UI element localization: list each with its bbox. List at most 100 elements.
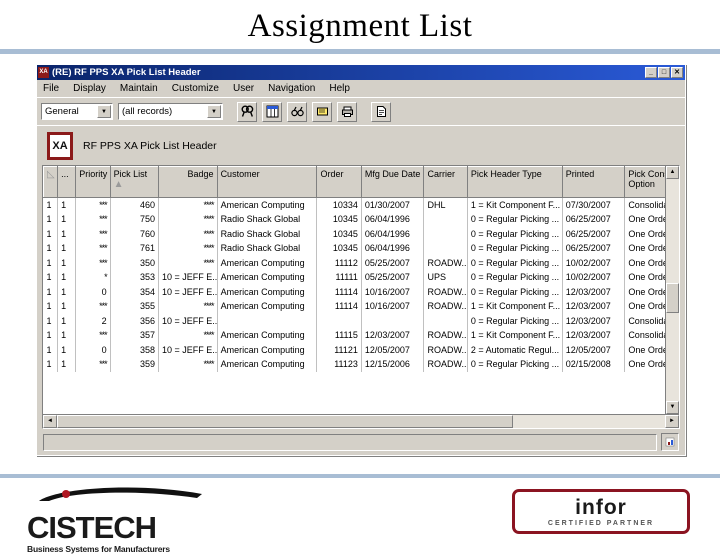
- cell-cons: Consolidated: [624, 197, 665, 212]
- cell-pick: 357: [110, 328, 160, 343]
- menu-item-user[interactable]: User: [233, 82, 262, 95]
- cell-badge: 10 = JEFF E...: [158, 270, 218, 285]
- column-header-pick-consol-option[interactable]: Pick Consol Option: [624, 166, 665, 198]
- cell-cust: American Computing: [217, 255, 318, 270]
- find-icon[interactable]: [237, 101, 257, 122]
- cell-badge: ****: [158, 226, 218, 241]
- cell-carr: [423, 226, 468, 241]
- column-header-printed[interactable]: Printed: [561, 166, 626, 198]
- column-header-mfg-due-date[interactable]: Mfg Due Date: [360, 166, 425, 198]
- table-row[interactable]: 1 1 *** 350 **** American Computing 11112 05/25…: [43, 255, 665, 270]
- print-icon-glyph: [341, 106, 353, 117]
- grid-view-icon[interactable]: [262, 101, 282, 122]
- cell-dots: 1: [57, 270, 77, 285]
- maximize-button[interactable]: □: [658, 67, 670, 78]
- cell-cons: Consolidated: [624, 313, 665, 328]
- column-header-pick-list[interactable]: Pick List ▲: [109, 166, 160, 198]
- menu-item-maintain[interactable]: Maintain: [120, 82, 166, 95]
- cell-cust: Radio Shack Global: [217, 226, 318, 241]
- window-titlebar: XA (RE) RF PPS XA Pick List Header _ □ ✕: [37, 65, 685, 80]
- cell-order: 10345: [316, 212, 362, 227]
- resize-grip-icon[interactable]: [661, 433, 679, 451]
- cell-pick: 353: [110, 270, 160, 285]
- note-icon[interactable]: [312, 101, 332, 122]
- find-icon-glyph: [240, 105, 253, 117]
- menu-item-customize[interactable]: Customize: [172, 82, 227, 95]
- close-button[interactable]: ✕: [671, 67, 683, 78]
- column-header-customer[interactable]: Customer: [216, 166, 318, 198]
- column-header-badge[interactable]: Badge: [158, 166, 218, 198]
- horizontal-scroll-track[interactable]: [57, 415, 665, 428]
- column-header-priority[interactable]: Priority: [75, 166, 111, 198]
- footer-divider: [0, 474, 720, 478]
- table-row[interactable]: 1 1 *** 760 **** Radio Shack Global 10345 06/04…: [43, 226, 665, 241]
- glasses-icon-glyph: [290, 106, 304, 117]
- glasses-icon[interactable]: [287, 101, 307, 122]
- table-row[interactable]: 1 1 *** 750 **** Radio Shack Global 10345 06/04…: [43, 212, 665, 227]
- chevron-down-icon[interactable]: ▼: [207, 105, 221, 118]
- chevron-down-icon[interactable]: ▼: [97, 105, 111, 118]
- cell-order: 11112: [316, 255, 362, 270]
- cell-dots: 1: [57, 342, 77, 357]
- cell-dots: 1: [57, 255, 77, 270]
- column-header-order[interactable]: Order: [316, 166, 362, 198]
- vertical-scroll-thumb[interactable]: [666, 283, 679, 314]
- cistech-swoosh-icon: [39, 487, 202, 501]
- page-title: Assignment List: [247, 8, 473, 44]
- table-row[interactable]: 1 1 *** 355 **** American Computing 11114 10/16…: [43, 299, 665, 314]
- scroll-up-button[interactable]: ▲: [666, 166, 679, 179]
- filter-select-value: (all records): [122, 106, 173, 117]
- menu-item-file[interactable]: File: [43, 82, 67, 95]
- cell-pick: 460: [110, 197, 160, 212]
- cell-print: 06/25/2007: [562, 212, 626, 227]
- column-header-carrier[interactable]: Carrier: [423, 166, 468, 198]
- horizontal-scroll-thumb[interactable]: [57, 415, 513, 428]
- table-row[interactable]: 1 1 *** 761 **** Radio Shack Global 10345 06/04…: [43, 241, 665, 256]
- cell-type: 1 = Kit Component F...: [467, 197, 563, 212]
- cell-cons: One Order, C...: [624, 255, 665, 270]
- cell-mfg: 01/30/2007: [361, 197, 425, 212]
- grid-table-wrap: ◺ ... Priority Pick List ▲ Badge Custome…: [43, 166, 665, 414]
- table-row[interactable]: 1 1 *** 460 **** American Computing 10334 01/30…: [43, 197, 665, 212]
- horizontal-scrollbar[interactable]: ◄ ►: [43, 414, 679, 428]
- cell-prio: ***: [75, 241, 111, 256]
- scroll-left-button[interactable]: ◄: [43, 415, 57, 428]
- scroll-right-button[interactable]: ►: [665, 415, 679, 428]
- vertical-scroll-track[interactable]: [666, 179, 679, 401]
- cell-cust: Radio Shack Global: [217, 241, 318, 256]
- scroll-down-button[interactable]: ▼: [666, 401, 679, 414]
- cell-prio: 0: [75, 284, 111, 299]
- filter-select[interactable]: (all records) ▼: [118, 103, 223, 120]
- view-select[interactable]: General ▼: [41, 103, 113, 120]
- column-header-pick-header-type[interactable]: Pick Header Type: [466, 166, 563, 198]
- document-icon[interactable]: [371, 101, 391, 122]
- table-row[interactable]: 1 1 *** 357 **** American Computing 11115 12/03…: [43, 328, 665, 343]
- minimize-button[interactable]: _: [645, 67, 657, 78]
- view-select-value: General: [45, 106, 79, 117]
- table-row[interactable]: 1 1 0 358 10 = JEFF E... American Computing 11…: [43, 342, 665, 357]
- cell-mfg: 06/04/1996: [361, 226, 425, 241]
- cell-mfg: [361, 313, 425, 328]
- cell-cons: One Order, C...: [624, 241, 665, 256]
- table-row[interactable]: 1 1 0 354 10 = JEFF E... American Computing 11…: [43, 284, 665, 299]
- menu-bar: File Display Maintain Customize User Nav…: [37, 80, 685, 97]
- column-header-select[interactable]: ◺: [43, 166, 59, 198]
- cell-sel: 1: [43, 270, 59, 285]
- table-row[interactable]: 1 1 2 356 10 = JEFF E... 0 = Regular Picking …: [43, 313, 665, 328]
- table-row[interactable]: 1 1 *** 359 **** American Computing 11123 12/15…: [43, 357, 665, 372]
- menu-item-help[interactable]: Help: [329, 82, 358, 95]
- cell-pick: 356: [110, 313, 160, 328]
- cell-cons: One Order, C...: [624, 226, 665, 241]
- print-icon[interactable]: [337, 101, 357, 122]
- menu-item-navigation[interactable]: Navigation: [268, 82, 323, 95]
- cell-mfg: 10/16/2007: [361, 299, 425, 314]
- cell-order: 11121: [316, 342, 362, 357]
- cell-carr: ROADW..: [423, 328, 468, 343]
- vertical-scrollbar[interactable]: ▲ ▼: [665, 166, 679, 414]
- application-window: XA (RE) RF PPS XA Pick List Header _ □ ✕…: [36, 64, 686, 456]
- cell-carr: [423, 212, 468, 227]
- table-row[interactable]: 1 1 * 353 10 = JEFF E... American Computing 11…: [43, 270, 665, 285]
- column-header-dots[interactable]: ...: [57, 166, 77, 198]
- cell-cust: American Computing: [217, 342, 318, 357]
- menu-item-display[interactable]: Display: [73, 82, 114, 95]
